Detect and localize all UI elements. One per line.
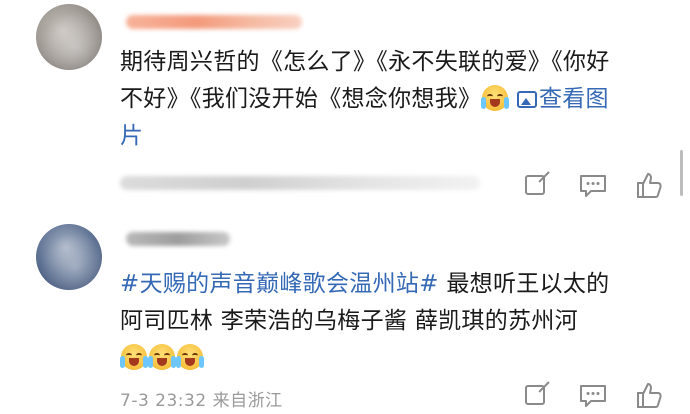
comment-text-after-topic: 最想听王以太的 (438, 271, 610, 297)
comment-time: 7-3 23:32 (120, 391, 207, 411)
comment-meta-blurred (120, 176, 480, 190)
comment-text-line2: 阿司匹林 李荣浩的乌梅子酱 薛凯琪的苏州河 (120, 308, 578, 334)
avatar-blur (36, 224, 102, 290)
username-blurred[interactable] (126, 15, 302, 29)
like-button[interactable] (632, 378, 666, 412)
repost-icon (525, 175, 545, 195)
like-icon (637, 383, 662, 408)
comment-actions (520, 378, 670, 412)
avatar[interactable] (36, 224, 102, 290)
comment-icon (580, 385, 606, 407)
comment-meta: 7-3 23:32 来自浙江 (120, 386, 283, 411)
comment-button[interactable] (576, 378, 610, 412)
crying-emoji-icon (481, 85, 510, 111)
repost-button[interactable] (520, 168, 554, 202)
avatar-blur (36, 4, 102, 70)
username-blurred[interactable] (126, 232, 230, 246)
comment-button[interactable] (576, 168, 610, 202)
view-image-label-cont[interactable]: 片 (120, 123, 143, 149)
view-image-label: 查看图 (538, 86, 609, 112)
comment-text-line1: 期待周兴哲的《怎么了》《永不失联的爱》《你好 (120, 49, 610, 75)
view-image-link[interactable]: 查看图 (516, 86, 609, 112)
comment-text: #天赐的声音巅峰歌会温州站# 最想听王以太的 阿司匹林 李荣浩的乌梅子酱 薛凯琪… (120, 266, 660, 377)
comment-actions (520, 168, 670, 202)
crying-emoji-icon (176, 344, 204, 370)
image-icon (516, 91, 537, 108)
topic-hashtag-link[interactable]: #天赐的声音巅峰歌会温州站# (120, 271, 439, 297)
crying-emoji-icon (148, 344, 176, 370)
comment-text: 期待周兴哲的《怎么了》《永不失联的爱》《你好 不好》《我们没开始《想念你想我》 … (120, 44, 660, 155)
repost-button[interactable] (520, 378, 554, 412)
like-button[interactable] (632, 168, 666, 202)
avatar[interactable] (36, 4, 102, 70)
comment-list: 期待周兴哲的《怎么了》《永不失联的爱》《你好 不好》《我们没开始《想念你想我》 … (0, 0, 690, 414)
comment-item: 期待周兴哲的《怎么了》《永不失联的爱》《你好 不好》《我们没开始《想念你想我》 … (0, 0, 690, 208)
repost-icon (525, 385, 545, 405)
comment-icon (580, 175, 606, 197)
comment-text-line2: 不好》《我们没开始《想念你想我》 (120, 86, 482, 112)
comment-location: 来自浙江 (212, 391, 283, 411)
like-icon (637, 173, 662, 198)
comment-item: #天赐的声音巅峰歌会温州站# 最想听王以太的 阿司匹林 李荣浩的乌梅子酱 薛凯琪… (0, 208, 690, 414)
scrollbar[interactable] (680, 150, 683, 196)
crying-emoji-icon (120, 344, 148, 370)
